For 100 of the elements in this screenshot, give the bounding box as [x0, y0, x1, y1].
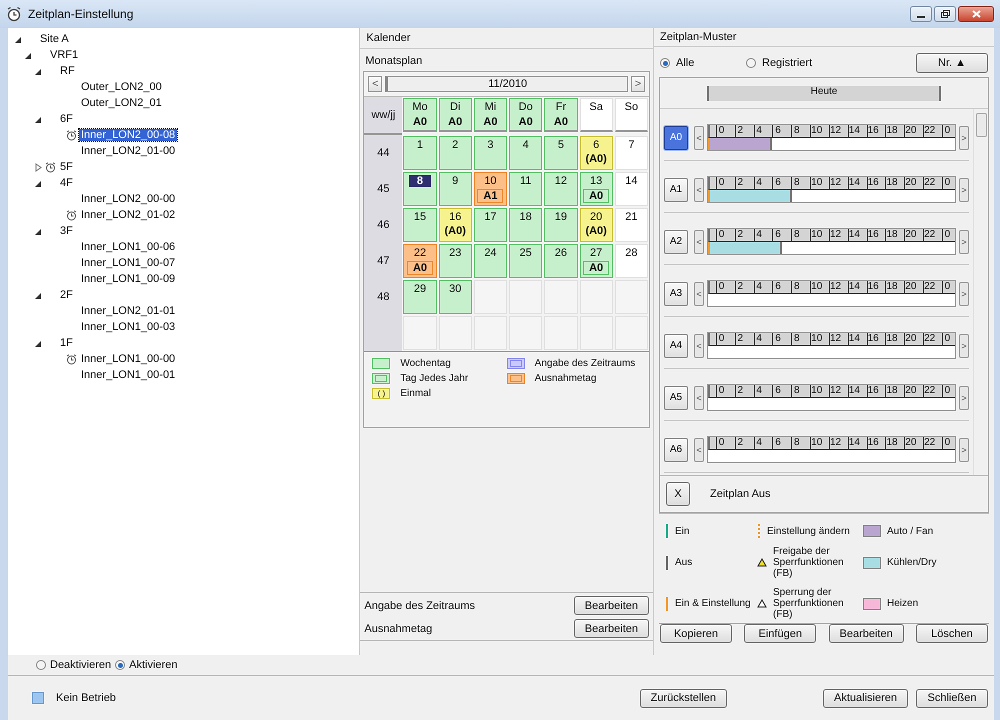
- previous-button[interactable]: <: [694, 230, 704, 254]
- day-cell[interactable]: 14: [614, 172, 648, 206]
- day-cell[interactable]: 7: [614, 136, 648, 170]
- pattern-button[interactable]: A2: [664, 230, 688, 254]
- next-month-button[interactable]: >: [631, 76, 645, 92]
- tree-item[interactable]: Site A: [38, 33, 71, 45]
- radio-button[interactable]: [36, 660, 46, 670]
- day-cell[interactable]: 16 (A0): [438, 208, 472, 242]
- dialog-button[interactable]: Schließen: [916, 688, 988, 708]
- tree-item[interactable]: Inner_LON1_00-09: [79, 273, 178, 285]
- tree-item[interactable]: Inner_LON2_00-00: [79, 193, 178, 205]
- previous-button[interactable]: <: [694, 334, 704, 358]
- edit-button[interactable]: Bearbeiten: [574, 596, 649, 615]
- tree-item[interactable]: 2F: [58, 289, 75, 301]
- expanded-arrow-icon[interactable]: [24, 50, 33, 60]
- day-cell[interactable]: 25: [509, 244, 542, 278]
- day-cell[interactable]: 3: [474, 136, 508, 170]
- tree-item[interactable]: Inner_LON2_01-02: [79, 209, 178, 221]
- restore-icon[interactable]: [934, 6, 956, 22]
- previous-button[interactable]: <: [694, 178, 704, 202]
- day-cell[interactable]: 15: [403, 208, 437, 242]
- next-button[interactable]: >: [959, 282, 969, 306]
- day-cell[interactable]: 19: [544, 208, 578, 242]
- day-cell[interactable]: 18: [509, 208, 542, 242]
- expanded-arrow-icon[interactable]: [14, 34, 23, 44]
- expanded-arrow-icon[interactable]: [34, 66, 43, 76]
- tree-item[interactable]: 1F: [58, 337, 75, 349]
- expanded-arrow-icon[interactable]: [34, 226, 43, 236]
- day-cell[interactable]: 2: [438, 136, 472, 170]
- tree-item[interactable]: Inner_LON2_01-01: [79, 305, 178, 317]
- day-cell[interactable]: 6 (A0): [580, 136, 613, 170]
- tree-item[interactable]: Outer_LON2_01: [79, 97, 164, 109]
- next-button[interactable]: >: [959, 334, 969, 358]
- day-cell[interactable]: 1: [403, 136, 437, 170]
- tree-item[interactable]: Inner_LON1_00-03: [79, 321, 178, 333]
- expanded-arrow-icon[interactable]: [34, 338, 43, 348]
- day-cell[interactable]: 22 A0: [403, 244, 437, 278]
- tree-item[interactable]: Inner_LON1_00-07: [79, 257, 178, 269]
- expanded-arrow-icon[interactable]: [34, 178, 43, 188]
- schedule-off-button[interactable]: X: [666, 482, 690, 506]
- close-icon[interactable]: [958, 6, 994, 22]
- day-cell[interactable]: 17: [474, 208, 508, 242]
- tree-item[interactable]: Outer_LON2_00: [79, 81, 164, 93]
- tree-item[interactable]: Inner_LON1_00-06: [79, 241, 178, 253]
- day-cell[interactable]: 20 (A0): [580, 208, 613, 242]
- expanded-arrow-icon[interactable]: [34, 290, 43, 300]
- action-button[interactable]: Kopieren: [660, 624, 732, 643]
- day-cell[interactable]: 10 A1: [474, 172, 508, 206]
- minimize-icon[interactable]: [910, 6, 932, 22]
- expanded-arrow-icon[interactable]: [34, 114, 43, 124]
- day-cell[interactable]: 28: [614, 244, 648, 278]
- edit-button[interactable]: Bearbeiten: [574, 619, 649, 638]
- previous-button[interactable]: <: [694, 282, 704, 306]
- day-cell[interactable]: 11: [509, 172, 542, 206]
- action-button[interactable]: Löschen: [916, 624, 988, 643]
- day-cell[interactable]: 8: [403, 172, 437, 206]
- tree-item[interactable]: RF: [58, 65, 77, 77]
- tree-item[interactable]: 6F: [58, 113, 75, 125]
- tree-item[interactable]: Inner_LON2_01-00: [79, 145, 178, 157]
- next-button[interactable]: >: [959, 230, 969, 254]
- tree-item[interactable]: VRF1: [48, 49, 80, 61]
- day-cell[interactable]: 29: [403, 280, 437, 314]
- radio-button[interactable]: [660, 58, 670, 68]
- pattern-button[interactable]: A4: [664, 334, 688, 358]
- pattern-button[interactable]: A6: [664, 438, 688, 462]
- previous-button[interactable]: <: [694, 386, 704, 410]
- next-button[interactable]: >: [959, 386, 969, 410]
- action-button[interactable]: Bearbeiten: [828, 624, 904, 643]
- day-cell[interactable]: 27 A0: [580, 244, 613, 278]
- next-button[interactable]: >: [959, 438, 969, 462]
- pattern-button[interactable]: A5: [664, 386, 688, 410]
- pattern-button[interactable]: A3: [664, 282, 688, 306]
- day-cell[interactable]: 26: [544, 244, 578, 278]
- day-cell[interactable]: 5: [544, 136, 578, 170]
- scrollbar[interactable]: [973, 109, 988, 476]
- tree-item[interactable]: 5F: [58, 161, 75, 173]
- day-cell[interactable]: 30: [438, 280, 472, 314]
- tree-item[interactable]: 3F: [58, 225, 75, 237]
- pattern-button[interactable]: A0: [664, 126, 688, 150]
- day-cell[interactable]: 21: [614, 208, 648, 242]
- action-button[interactable]: Einfügen: [744, 624, 816, 643]
- day-cell[interactable]: 23: [438, 244, 472, 278]
- radio-button[interactable]: [746, 58, 756, 68]
- dialog-button[interactable]: Aktualisieren: [823, 688, 908, 708]
- previous-button[interactable]: <: [694, 126, 704, 150]
- collapsed-arrow-icon[interactable]: [34, 162, 43, 172]
- tree-item[interactable]: 4F: [58, 177, 75, 189]
- pattern-button[interactable]: A1: [664, 178, 688, 202]
- day-cell[interactable]: 13 A0: [580, 172, 613, 206]
- sort-button[interactable]: Nr. ▲: [916, 53, 988, 74]
- previous-button[interactable]: <: [694, 438, 704, 462]
- tree-item[interactable]: Inner_LON1_00-00: [79, 353, 178, 365]
- next-button[interactable]: >: [959, 126, 969, 150]
- day-cell[interactable]: 4: [509, 136, 542, 170]
- radio-button[interactable]: [115, 660, 126, 670]
- day-cell[interactable]: 12: [544, 172, 578, 206]
- tree-item[interactable]: Inner_LON2_00-08: [79, 129, 178, 141]
- previous-month-button[interactable]: <: [368, 76, 382, 92]
- dialog-button[interactable]: Zurückstellen: [640, 688, 728, 708]
- day-cell[interactable]: 9: [438, 172, 472, 206]
